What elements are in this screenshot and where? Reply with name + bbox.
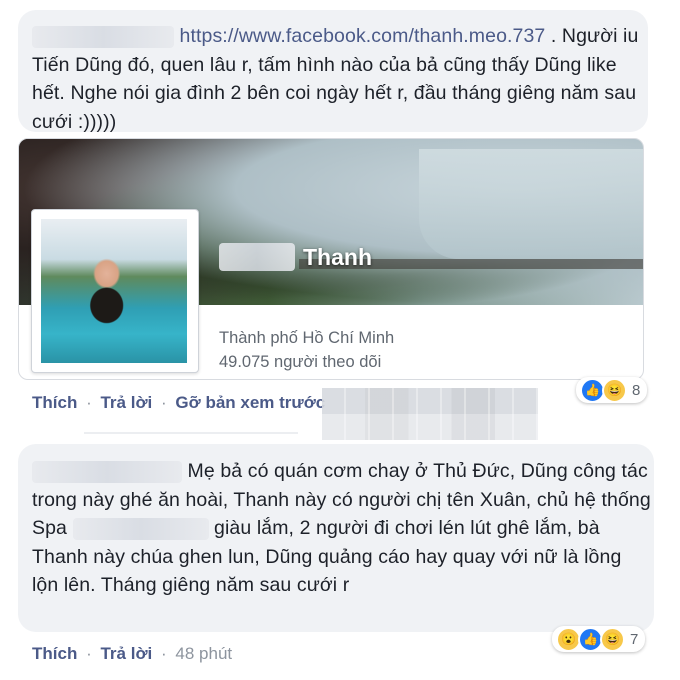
profile-link[interactable]: https://www.facebook.com/thanh.meo.737: [180, 25, 546, 47]
comment-text-2: Mẹ bả có quán cơm chay ở Thủ Đức, Dũng c…: [32, 457, 652, 600]
reply-link[interactable]: Trả lời: [100, 393, 152, 412]
comment-timestamp[interactable]: 48 phút: [175, 644, 232, 663]
redacted-name-prefix: [219, 243, 295, 271]
reaction-count-1: 8: [632, 381, 641, 399]
separator-dot: ·: [161, 644, 167, 663]
reaction-summary-2[interactable]: 😮 👍 😆 7: [552, 626, 646, 652]
reply-link[interactable]: Trả lời: [100, 644, 152, 663]
haha-icon: 😆: [600, 626, 625, 652]
page-name[interactable]: Thanh: [303, 244, 372, 271]
page-name-row: Thanh: [219, 243, 372, 271]
profile-picture[interactable]: [31, 209, 199, 373]
reaction-count-2: 7: [630, 630, 639, 648]
separator-dot: ·: [161, 393, 167, 412]
reply-divider: [84, 432, 298, 434]
redacted-spa-name: [72, 517, 209, 540]
comment-bubble-2: Mẹ bả có quán cơm chay ở Thủ Đức, Dũng c…: [18, 444, 654, 632]
reaction-summary-1[interactable]: 👍 😆 8: [576, 377, 648, 403]
profile-photo-image: [41, 219, 187, 363]
comment-text-1: https://www.facebook.com/thanh.meo.737 .…: [32, 22, 642, 136]
redacted-mosaic: [322, 388, 538, 440]
link-preview-card[interactable]: Thanh Thành phố Hồ Chí Minh 49.075 người…: [18, 138, 644, 380]
comment-actions-1: Thích · Trả lời · Gỡ bản xem trước: [32, 393, 325, 413]
remove-preview-link[interactable]: Gỡ bản xem trước: [175, 393, 325, 412]
like-link[interactable]: Thích: [32, 644, 77, 663]
separator-dot: ·: [86, 393, 92, 412]
haha-icon: 😆: [602, 377, 627, 403]
redacted-author-name: [32, 460, 182, 483]
redacted-author-name: [32, 25, 174, 48]
comment-bubble-1: https://www.facebook.com/thanh.meo.737 .…: [18, 10, 648, 133]
follower-count: 49.075 người theo dõi: [219, 353, 382, 371]
page-location: Thành phố Hồ Chí Minh: [219, 329, 395, 347]
comment-actions-2: Thích · Trả lời · 48 phút: [32, 644, 232, 664]
like-link[interactable]: Thích: [32, 393, 77, 412]
separator-dot: ·: [86, 644, 92, 663]
